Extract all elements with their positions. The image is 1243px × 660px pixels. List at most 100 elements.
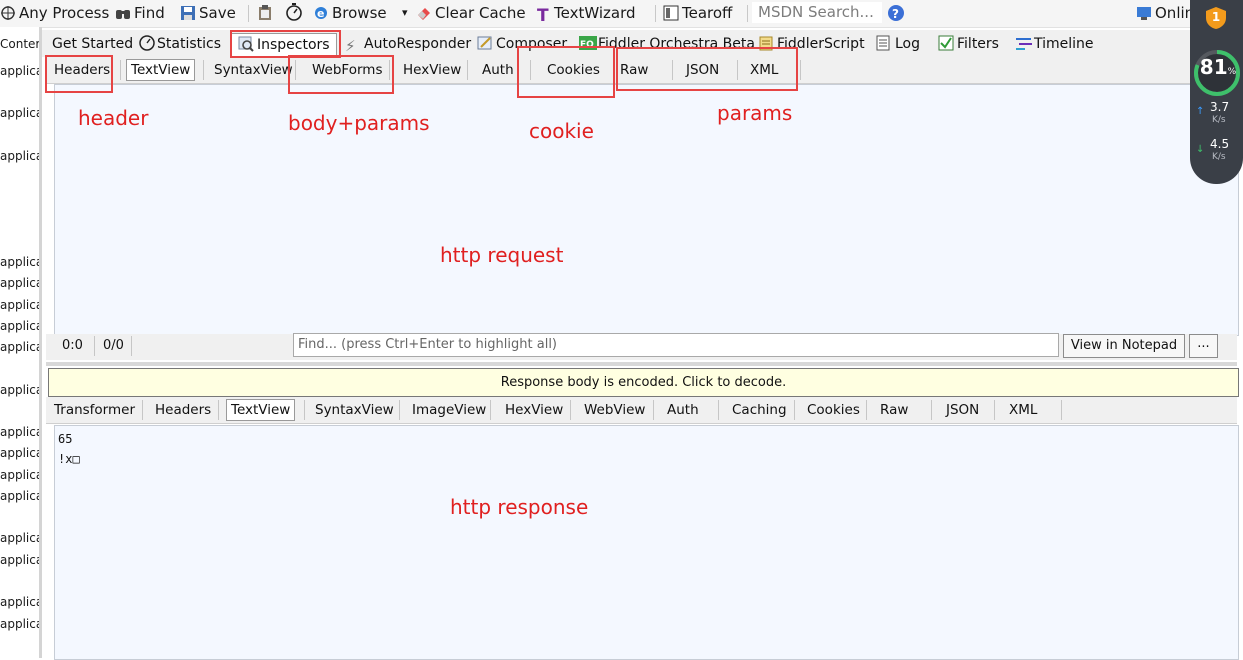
tab-autoresponder[interactable]: ⚡ AutoResponder [345,33,471,55]
session-row[interactable]: applica [0,298,39,312]
cursor-position: 0:0 [62,338,83,353]
clear-cache-button[interactable]: Clear Cache [416,3,526,23]
status-divider [131,336,132,356]
find-button[interactable]: Find [115,3,165,23]
annotation-params: params [717,101,793,125]
session-row[interactable]: applica [0,340,39,354]
memory-percent-value: 81 [1199,55,1228,79]
clipboard-icon [257,5,273,21]
session-row[interactable]: applica [0,595,39,609]
session-row[interactable]: applica [0,425,39,439]
session-row[interactable]: applica [0,149,39,163]
resp-tab-textview[interactable]: TextView [226,399,296,421]
browse-button[interactable]: e Browse [313,3,387,23]
resp-tab-auth[interactable]: Auth [667,400,699,420]
session-row[interactable]: applica [0,468,39,482]
tab-log[interactable]: Log [876,33,920,55]
tab-timeline[interactable]: Timeline [1015,33,1094,55]
msdn-search-input[interactable]: MSDN Search... [752,2,882,23]
req-tab-textview[interactable]: TextView [126,59,196,81]
find-input[interactable]: Find... (press Ctrl+Enter to highlight a… [293,333,1059,357]
req-tab-auth[interactable]: Auth [482,60,514,80]
resp-tab-cookies[interactable]: Cookies [807,400,860,420]
help-icon[interactable]: ? [887,4,905,26]
textwizard-button[interactable]: T TextWizard [537,3,636,26]
session-row[interactable]: applica [0,276,39,290]
annotation-body-params: body+params [288,111,430,135]
upload-arrow-icon: ↑ [1196,106,1205,117]
toolbar-separator [248,5,249,22]
tab-statistics-label: Statistics [157,36,221,52]
response-body-area[interactable] [54,425,1239,660]
request-response-splitter[interactable] [46,362,1237,366]
log-icon [876,35,892,51]
session-row[interactable]: applica [0,489,39,503]
annotation-http-request: http request [440,243,564,267]
annotation-cookie: cookie [529,119,594,143]
any-process-button[interactable]: Any Process [0,3,109,23]
annotation-http-response: http response [450,495,589,519]
resp-tab-syntaxview[interactable]: SyntaxView [315,400,394,420]
resp-tab-raw[interactable]: Raw [880,400,908,420]
svg-text:e: e [317,7,324,20]
annotation-box-cookies [517,46,615,98]
session-row[interactable]: applica [0,106,39,120]
annotation-header: header [78,106,149,130]
save-button[interactable]: Save [180,3,236,23]
tab-divider [866,400,867,420]
tab-divider [653,400,654,420]
tab-divider [718,400,719,420]
session-row[interactable]: applica [0,617,39,631]
composer-icon [477,35,493,51]
tab-statistics[interactable]: Statistics [138,33,221,55]
annotation-box-headers [45,55,113,93]
browse-dropdown-icon[interactable]: ▾ [402,3,408,23]
resp-tab-hexview[interactable]: HexView [505,400,563,420]
tab-divider [304,400,305,420]
resp-tab-headers[interactable]: Headers [155,400,211,420]
session-row[interactable]: applica [0,446,39,460]
crosshair-icon [0,5,16,21]
tab-get-started[interactable]: Get Started [52,33,133,55]
resp-tab-transformer[interactable]: Transformer [54,400,135,420]
lightning-icon: ⚡ [345,37,356,55]
find-label: Find [134,4,165,22]
tab-log-label: Log [895,36,921,52]
tearoff-button[interactable]: Tearoff [663,3,732,23]
clipboard-button[interactable] [257,3,276,23]
toolbar-separator [747,5,748,22]
shield-badge: 1 [1211,10,1221,24]
resp-tab-xml[interactable]: XML [1009,400,1037,420]
session-row[interactable]: applica [0,64,39,78]
ie-icon: e [313,5,329,21]
request-gutter [46,84,54,334]
session-row[interactable]: applica [0,383,39,397]
view-in-notepad-button[interactable]: View in Notepad [1063,334,1185,358]
req-tab-hexview[interactable]: HexView [403,60,461,80]
session-row[interactable]: applica [0,553,39,567]
request-body-area[interactable] [54,84,1239,336]
annotation-box-webforms [288,55,394,94]
session-row[interactable]: applica [0,255,39,269]
resp-tab-webview[interactable]: WebView [584,400,645,420]
tab-filters[interactable]: Filters [938,33,999,55]
resp-tab-json[interactable]: JSON [946,400,979,420]
resp-tab-caching[interactable]: Caching [732,400,787,420]
checkbox-icon [938,35,954,51]
save-icon [180,5,196,21]
tab-divider [794,400,795,420]
timer-button[interactable] [285,3,304,23]
decode-notice-bar[interactable]: Response body is encoded. Click to decod… [48,368,1239,397]
binoculars-icon [115,5,131,21]
resp-tab-imageview[interactable]: ImageView [412,400,486,420]
response-tab-strip: Transformer Headers TextView SyntaxView … [46,397,1237,424]
sessions-column[interactable]: Conter applica applica applica applica a… [0,27,40,658]
req-tab-syntaxview[interactable]: SyntaxView [214,60,293,80]
response-body-text: 65 !x□ [58,432,80,466]
more-options-button[interactable]: ... [1189,334,1218,358]
session-row[interactable]: applica [0,531,39,545]
session-row[interactable]: applica [0,319,39,333]
content-type-header[interactable]: Conter [0,37,39,51]
panel-splitter[interactable] [39,27,42,658]
upload-speed: 3.7 [1210,100,1230,114]
